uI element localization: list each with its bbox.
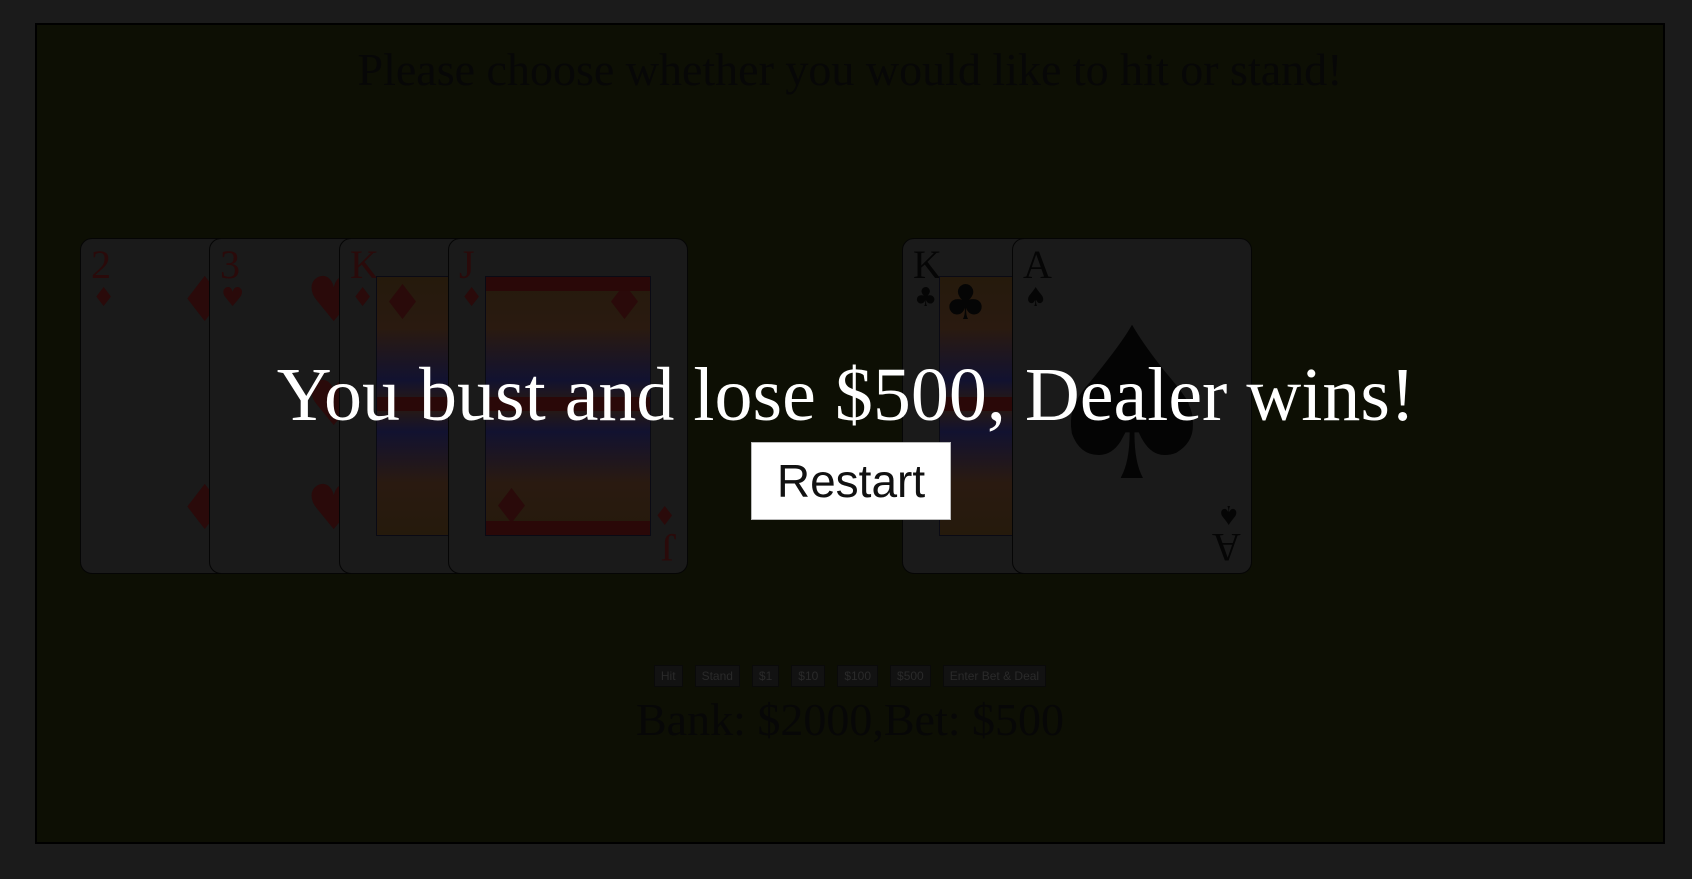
bet-10-button[interactable]: $10 xyxy=(791,665,826,687)
card-rank: A xyxy=(1023,242,1052,287)
diamond-suit-icon: ♦ xyxy=(381,276,425,331)
bet-500-button[interactable]: $500 xyxy=(890,665,931,687)
bet-100-button[interactable]: $100 xyxy=(837,665,879,687)
instruction-text: Please choose whether you would like to … xyxy=(357,44,1343,95)
face-stripe xyxy=(486,521,650,535)
spade-suit-icon: ♠ xyxy=(1216,499,1240,529)
result-message: You bust and lose $500, Dealer wins! xyxy=(276,353,1416,437)
card-rank: 2 xyxy=(91,242,111,287)
face-stripe xyxy=(486,277,650,291)
bank-bet-status: Bank: $2000,Bet: $500 xyxy=(635,694,1065,745)
card-rank: K xyxy=(350,242,379,287)
card-rank: 3 xyxy=(220,242,240,287)
card-rank: K xyxy=(913,242,942,287)
club-suit-icon: ♣ xyxy=(944,276,988,331)
hit-button[interactable]: Hit xyxy=(653,665,683,687)
action-controls: Hit Stand $1 $10 $100 $500 Enter Bet & D… xyxy=(37,665,1663,687)
diamond-suit-icon: ♦ xyxy=(351,283,375,313)
club-suit-icon: ♣ xyxy=(914,283,938,313)
diamond-suit-icon: ♦ xyxy=(92,283,116,313)
card-rank-corner: J xyxy=(661,525,677,570)
restart-button[interactable]: Restart xyxy=(751,442,951,520)
diamond-suit-icon: ♦ xyxy=(460,283,484,313)
bet-1-button[interactable]: $1 xyxy=(751,665,780,687)
diamond-suit-icon: ♦ xyxy=(652,499,676,529)
card-rank-corner: A xyxy=(1212,525,1241,570)
heart-suit-icon: ♥ xyxy=(221,283,245,313)
stand-button[interactable]: Stand xyxy=(694,665,740,687)
deal-button[interactable]: Enter Bet & Deal xyxy=(942,665,1047,687)
card-rank: J xyxy=(459,242,475,287)
